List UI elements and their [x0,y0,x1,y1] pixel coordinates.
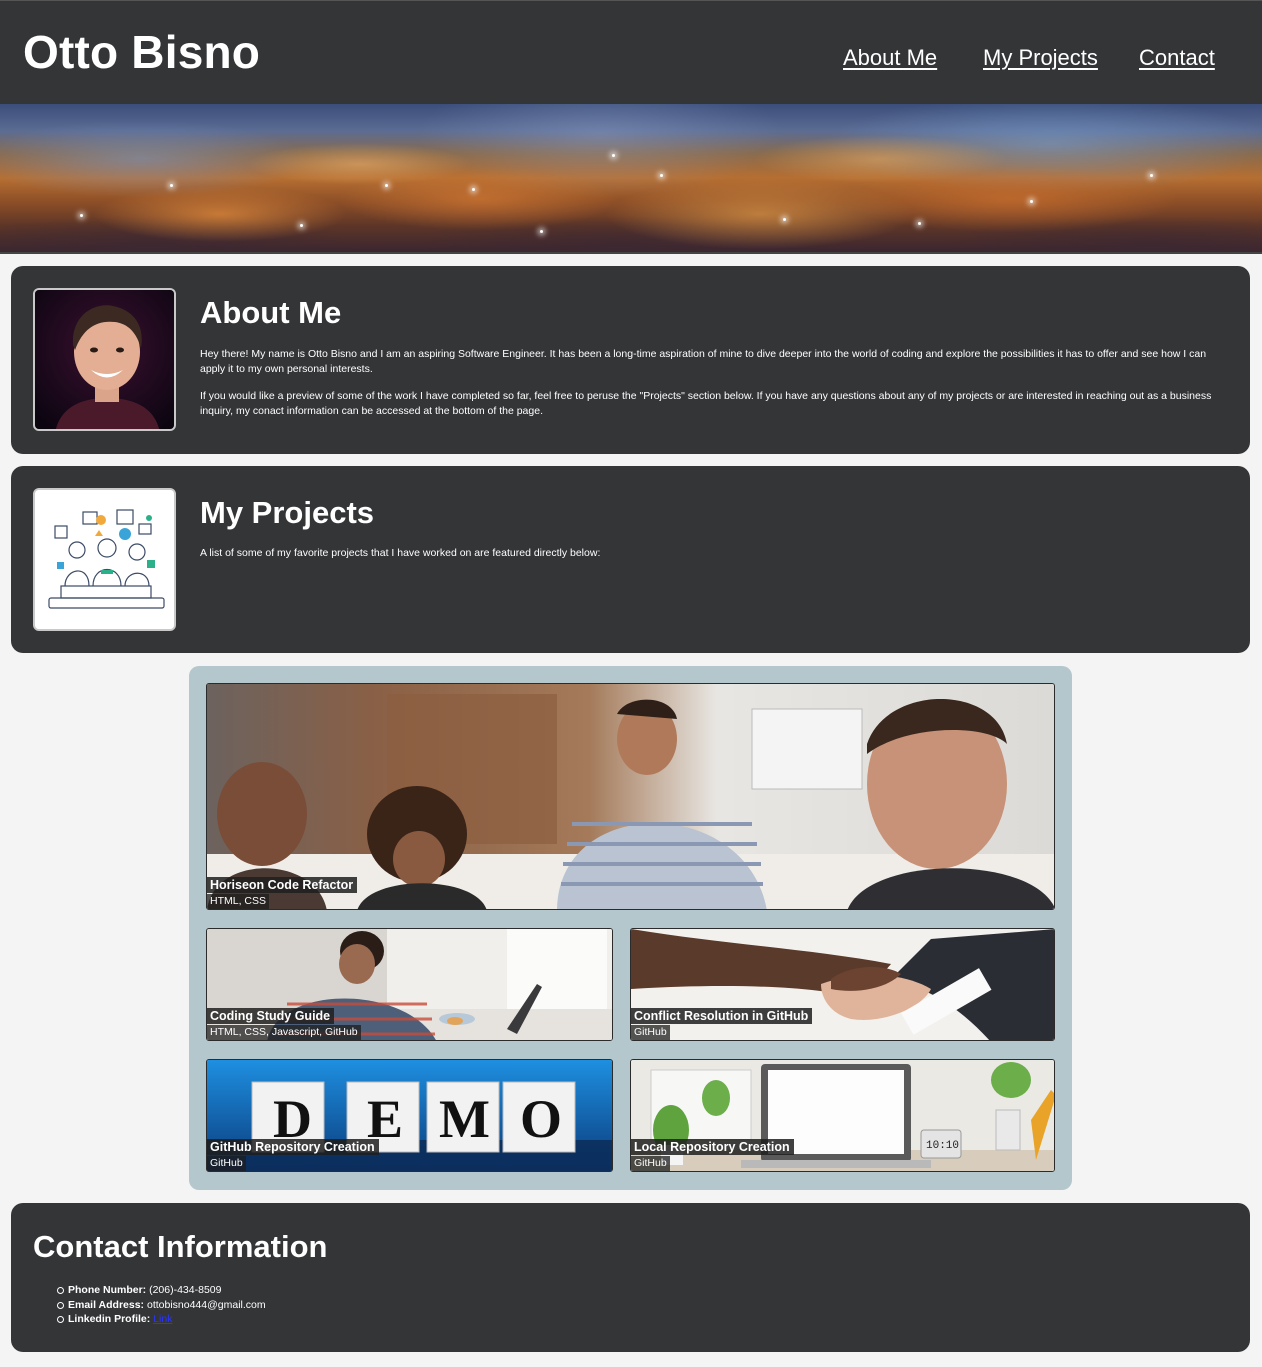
project-card-conflict-resolution[interactable]: Conflict Resolution in GitHub GitHub [630,928,1055,1041]
linkedin-label: Linkedin Profile: [68,1313,151,1325]
contact-item-linkedin: Linkedin Profile: Link [57,1312,266,1327]
about-me-paragraph-1: Hey there! My name is Otto Bisno and I a… [200,348,1207,375]
project-tech: GitHub [631,1156,670,1171]
star [918,222,921,225]
star [612,154,615,157]
demo-letter: M [439,1089,490,1149]
nebula-dust [0,104,1262,252]
contact-item-phone: Phone Number: (206)-434-8509 [57,1283,266,1298]
project-card-coding-study-guide[interactable]: Coding Study Guide HTML, CSS, Javascript… [206,928,613,1041]
project-card-github-repo-creation[interactable]: D E M O GitHub Repository Creation GitHu… [206,1059,613,1172]
about-me-heading: About Me [200,295,342,330]
team-working-illustration-icon [35,490,174,629]
project-tech: GitHub [631,1025,670,1040]
star [472,188,475,191]
avatar-portrait [35,290,174,429]
projects-illustration [33,488,176,631]
star [300,224,303,227]
my-projects-section: My Projects A list of some of my favorit… [11,466,1250,653]
star [170,184,173,187]
demo-letter: O [520,1089,563,1149]
contact-list: Phone Number: (206)-434-8509 Email Addre… [57,1283,266,1327]
projects-gallery: Horiseon Code Refactor HTML, CSS Coding … [189,666,1072,1190]
my-projects-intro: A list of some of my favorite projects t… [200,547,601,559]
nav-link-about-me[interactable]: About Me [843,45,937,71]
project-tech: HTML, CSS, Javascript, GitHub [207,1025,361,1040]
project-card-horiseon[interactable]: Horiseon Code Refactor HTML, CSS [206,683,1055,910]
project-label: Conflict Resolution in GitHub GitHub [631,1007,813,1040]
avatar [33,288,176,431]
phone-label: Phone Number: [68,1284,147,1296]
my-projects-heading: My Projects [200,495,375,530]
email-label: Email Address: [68,1298,145,1311]
project-title: Conflict Resolution in GitHub [631,1008,813,1024]
star [660,174,663,177]
star [1030,200,1033,203]
about-me-section: About Me Hey there! My name is Otto Bisn… [11,266,1250,454]
nav-link-contact[interactable]: Contact [1139,45,1215,71]
project-card-local-repo-creation[interactable]: 10:10 Local Repository Creation GitHub [630,1059,1055,1172]
star [1150,174,1153,177]
star [80,214,83,217]
project-title: Horiseon Code Refactor [207,877,358,893]
star [540,230,543,233]
project-title: GitHub Repository Creation [207,1139,379,1155]
site-title: Otto Bisno [23,26,261,78]
project-label: Horiseon Code Refactor HTML, CSS [207,876,358,909]
project-label: Coding Study Guide HTML, CSS, Javascript… [207,1007,361,1040]
phone-value: (206)-434-8509 [146,1284,222,1296]
project-tech: GitHub [207,1156,246,1171]
contact-section: Contact Information Phone Number: (206)-… [11,1203,1250,1352]
email-value: ottobisno444@gmail.com [144,1298,266,1311]
nav-link-my-projects[interactable]: My Projects [983,45,1098,71]
project-title: Coding Study Guide [207,1008,335,1024]
hero-nebula-banner [0,104,1262,254]
project-label: Local Repository Creation GitHub [631,1138,794,1171]
site-header: Otto Bisno About Me My Projects Contact [0,0,1262,104]
linkedin-link[interactable]: Link [153,1313,172,1325]
contact-heading: Contact Information [33,1229,328,1264]
star [783,218,786,221]
contact-item-email: Email Address: ottobisno444@gmail.com [57,1298,266,1313]
project-tech: HTML, CSS [207,894,270,909]
clock-display: 10:10 [926,1140,960,1152]
star [385,184,388,187]
about-me-paragraph-2: If you would like a preview of some of t… [200,390,1212,417]
project-title: Local Repository Creation [631,1139,794,1155]
project-label: GitHub Repository Creation GitHub [207,1138,379,1171]
